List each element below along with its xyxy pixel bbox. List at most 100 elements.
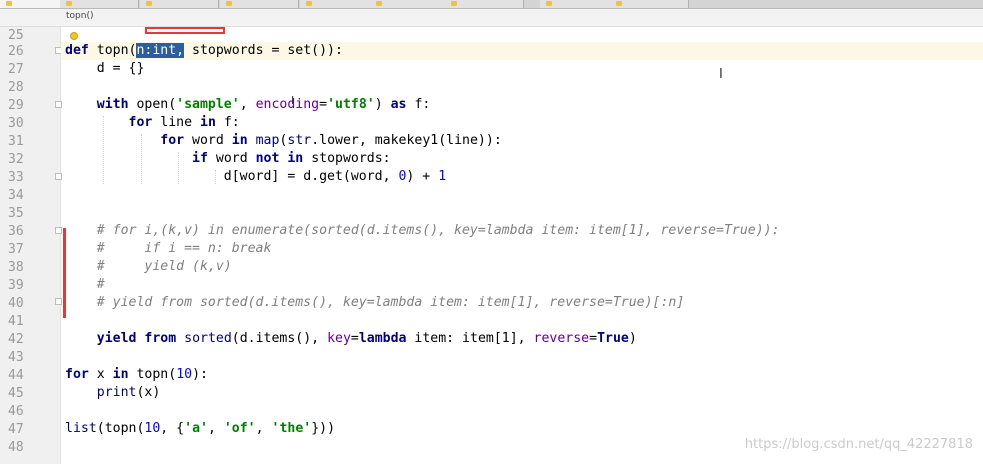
- editor-tab[interactable]: [540, 0, 619, 8]
- line-number: 32: [8, 152, 24, 167]
- code-line-31[interactable]: for word in map(str.lower, makekey1(line…: [65, 132, 502, 150]
- python-file-icon: [6, 1, 12, 6]
- line-number: 48: [8, 440, 24, 455]
- line-number: 39: [8, 278, 24, 293]
- fold-marker[interactable]: [55, 173, 62, 180]
- fold-marker[interactable]: [55, 227, 62, 234]
- code-line-36[interactable]: # for i,(k,v) in enumerate(sorted(d.item…: [65, 222, 780, 240]
- line-number: 36: [8, 224, 24, 239]
- fold-marker[interactable]: [55, 101, 62, 108]
- builtin-name: print: [96, 385, 137, 400]
- line-number: 27: [8, 62, 24, 77]
- code-text: , {: [160, 421, 185, 436]
- keyword-with: with: [96, 97, 129, 112]
- code-line-32[interactable]: if word not in stopwords:: [65, 150, 391, 168]
- python-file-icon: [146, 1, 152, 6]
- line-number: 34: [8, 188, 24, 203]
- string-literal: 'of': [223, 421, 256, 436]
- line-number: 33: [8, 170, 24, 185]
- code-line-26[interactable]: def topn(n:int, stopwords = set()):: [65, 42, 343, 60]
- code-line-29[interactable]: with open('sample', encoding='utf8') as …: [65, 96, 431, 114]
- line-number: 28: [8, 80, 24, 95]
- code-line-39[interactable]: #: [65, 276, 105, 294]
- string-literal: 'the': [271, 421, 312, 436]
- annotation-rectangle: [145, 27, 225, 34]
- keyword-def: def: [65, 43, 89, 58]
- keyword-in: in: [200, 115, 216, 130]
- editor-tab[interactable]: [60, 0, 139, 8]
- breadcrumb-item[interactable]: topn(): [66, 11, 93, 21]
- code-text: (d.items(),: [231, 331, 328, 346]
- python-file-icon: [546, 1, 552, 6]
- line-number: 38: [8, 260, 24, 275]
- line-number: 44: [8, 368, 24, 383]
- annotation-bar: [63, 228, 66, 318]
- line-number-gutter: 25 26 27 28 29 30 31 32 33 34 35 36 37 3…: [0, 27, 61, 464]
- line-number: 31: [8, 134, 24, 149]
- builtin-name: str: [287, 133, 312, 148]
- python-file-icon: [376, 1, 382, 6]
- function-name: topn(: [88, 43, 137, 58]
- editor-tab[interactable]: [370, 0, 449, 8]
- line-number: 41: [8, 314, 24, 329]
- editor-tab[interactable]: [220, 0, 299, 8]
- code-line-27[interactable]: d = {}: [65, 60, 145, 78]
- fold-marker[interactable]: [55, 298, 62, 305]
- editor-tab[interactable]: [610, 0, 689, 8]
- code-text: (x): [136, 385, 161, 400]
- line-number: 26: [8, 44, 24, 59]
- line-number: 35: [8, 206, 24, 221]
- code-line-40[interactable]: # yield from sorted(d.items(), key=lambd…: [65, 294, 685, 312]
- code-line-44[interactable]: for x in topn(10):: [65, 366, 208, 384]
- keyword-argument: encoding: [255, 97, 320, 112]
- code-line-42[interactable]: yield from sorted(d.items(), key=lambda …: [65, 330, 637, 348]
- python-file-icon: [616, 1, 622, 6]
- keyword-as: as: [390, 97, 407, 112]
- code-text: x: [88, 367, 113, 382]
- keyword-from: from: [144, 331, 177, 346]
- text-cursor-icon: I: [719, 67, 723, 82]
- string-literal: 'utf8': [327, 97, 375, 112]
- keyword-true: True: [597, 331, 629, 346]
- code-text: ,: [239, 97, 256, 112]
- code-text: =: [350, 331, 359, 346]
- keyword-in: in: [112, 367, 129, 382]
- builtin-name: sorted: [184, 331, 232, 346]
- line-number: 47: [8, 422, 24, 437]
- code-line-37[interactable]: # if i == n: break: [65, 240, 272, 258]
- code-text: stopwords = set()):: [184, 43, 343, 58]
- keyword-argument: reverse: [533, 331, 590, 346]
- editor-tab[interactable]: [300, 0, 379, 8]
- code-text: f:: [215, 115, 240, 130]
- code-text: stopwords:: [303, 151, 391, 166]
- code-text: ,: [207, 421, 224, 436]
- lightbulb-icon[interactable]: [70, 32, 78, 40]
- string-literal: 'sample': [176, 97, 240, 112]
- editor-tab[interactable]: [140, 0, 219, 8]
- code-text: ):: [192, 367, 208, 382]
- code-text: topn(: [128, 367, 177, 382]
- editor-tab[interactable]: [445, 0, 524, 8]
- code-line-30[interactable]: for line in f:: [65, 114, 240, 132]
- keyword-lambda: lambda: [358, 331, 407, 346]
- python-file-icon: [226, 1, 232, 6]
- python-file-icon: [306, 1, 312, 6]
- line-number: 37: [8, 242, 24, 257]
- code-text: .lower, makekey1(line)):: [311, 133, 502, 148]
- line-number: 46: [8, 404, 24, 419]
- string-literal: 'a': [184, 421, 208, 436]
- line-number: 30: [8, 116, 24, 131]
- code-line-38[interactable]: # yield (k,v): [65, 258, 232, 276]
- code-text: ): [374, 97, 391, 112]
- selected-text: n:int,: [136, 43, 185, 58]
- code-text: word: [184, 133, 232, 148]
- code-line-45[interactable]: print(x): [65, 384, 161, 402]
- code-line-33[interactable]: d[word] = d.get(word, 0) + 1: [65, 168, 446, 186]
- code-line-47[interactable]: list(topn(10, {'a', 'of', 'the'})): [65, 420, 335, 438]
- code-text: =: [589, 331, 598, 346]
- editor-tab-bar: [0, 0, 983, 9]
